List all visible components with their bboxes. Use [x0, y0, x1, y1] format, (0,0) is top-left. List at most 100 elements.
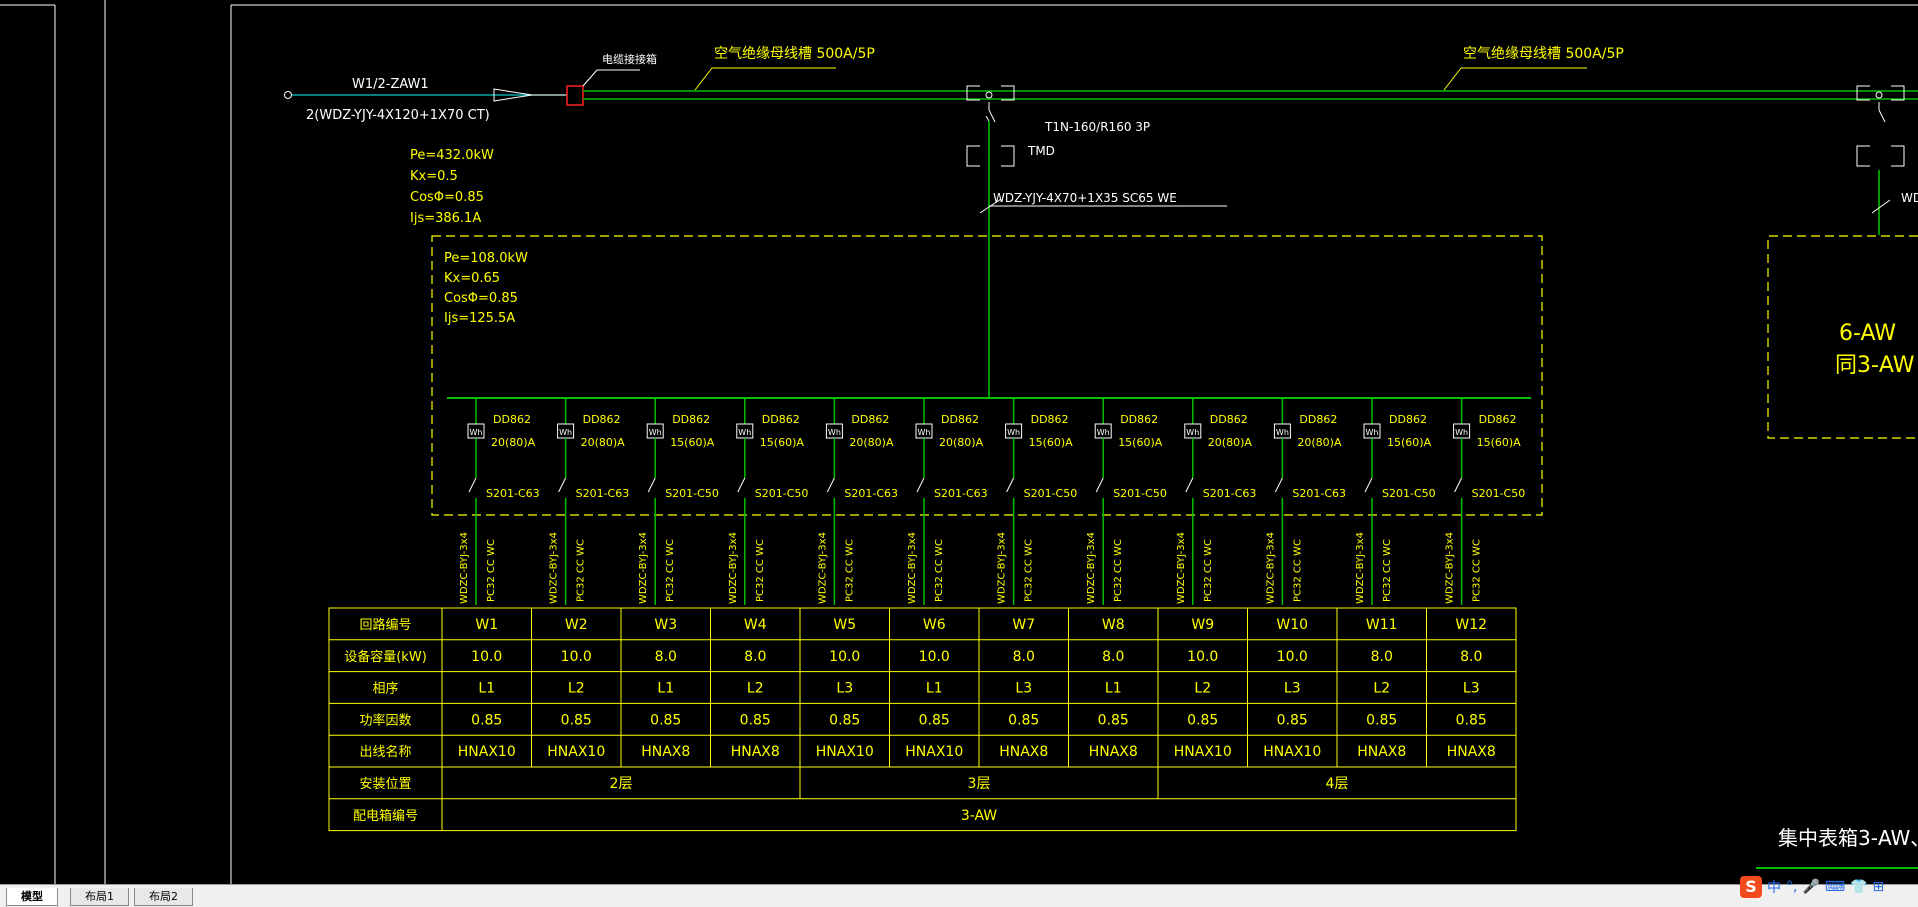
table-cell-circuit_ids: W6: [923, 617, 946, 633]
table-cell-power_factor: 0.85: [919, 712, 950, 728]
table-cell-outgoing: HNAX10: [905, 744, 963, 760]
circuit-7[interactable]: Wh DD862 15(60)A S201-C50 WDZC-BYJ-3x4 PC32 C…: [997, 398, 1078, 605]
table-cell-capacity: 8.0: [1460, 649, 1482, 665]
cable-spec: WDZC-BYJ-3x4: [459, 532, 470, 604]
table-cell-circuit_ids: W9: [1191, 617, 1214, 633]
table-cell-capacity: 10.0: [1277, 649, 1308, 665]
table-cell-outgoing: HNAX10: [1174, 744, 1232, 760]
breaker-model: S201-C50: [665, 487, 719, 500]
outgoing-circuits: Wh DD862 20(80)A S201-C63 WDZC-BYJ-3x4 PC32 C…: [459, 398, 1525, 605]
meter-rating: 20(80)A: [849, 436, 894, 449]
table-cell-circuit_ids: W1: [475, 617, 498, 633]
kwh-meter-symbol: Wh: [1007, 428, 1020, 437]
feeder-ijs: Ijs=386.1A: [410, 211, 481, 226]
cable-spec: WDZC-BYJ-3x4: [997, 532, 1008, 604]
table-cell-phase: L3: [1015, 681, 1032, 697]
ime-chinese-toggle[interactable]: 中: [1767, 877, 1781, 897]
conduit-spec: PC32 CC WC: [576, 539, 587, 602]
table-cell-phase: L2: [1373, 681, 1390, 697]
table-cell-phase: L2: [568, 681, 585, 697]
circuit-5[interactable]: Wh DD862 20(80)A S201-C63 WDZC-BYJ-3x4 PC32 C…: [817, 398, 898, 605]
table-row-header: 功率因数: [359, 712, 411, 728]
table-cell-circuit_ids: W4: [744, 617, 767, 633]
table-cell-phase: L2: [747, 681, 764, 697]
table-cell-outgoing: HNAX8: [641, 744, 690, 760]
table-cell-power_factor: 0.85: [650, 712, 681, 728]
tap-off-breaker[interactable]: [966, 85, 1015, 167]
meter-rating: 15(60)A: [1477, 436, 1522, 449]
table-cell-outgoing: HNAX8: [731, 744, 780, 760]
table-cell-location: 2层: [610, 776, 633, 792]
ime-skin-icon[interactable]: 👕: [1850, 879, 1867, 895]
tap-tmd-label: TMD: [1027, 144, 1055, 158]
kwh-meter-symbol: Wh: [1455, 428, 1468, 437]
ime-microphone-icon[interactable]: 🎤: [1802, 879, 1819, 895]
table-cell-power_factor: 0.85: [740, 712, 771, 728]
tab-model[interactable]: 模型: [6, 888, 58, 906]
ime-toolbar[interactable]: S 中 °, 🎤 ⌨ 👕 ⊞: [1740, 872, 1918, 902]
kwh-meter-symbol: Wh: [1186, 428, 1199, 437]
ime-punctuation-icon[interactable]: °,: [1786, 879, 1797, 895]
distribution-box-outline: [431, 235, 1543, 516]
feeder-pe: Pe=432.0kW: [410, 148, 494, 163]
table-row-header: 相序: [372, 682, 398, 697]
kwh-meter-symbol: Wh: [828, 428, 841, 437]
breaker-model: S201-C63: [934, 487, 988, 500]
ime-logo-icon[interactable]: S: [1740, 876, 1762, 898]
meter-rating: 15(60)A: [670, 436, 715, 449]
table-cell-circuit_ids: W11: [1366, 617, 1398, 633]
table-row-header: 配电箱编号: [353, 808, 418, 824]
circuit-2[interactable]: Wh DD862 20(80)A S201-C63 WDZC-BYJ-3x4 PC32 C…: [549, 398, 630, 605]
table-cell-power_factor: 0.85: [471, 712, 502, 728]
circuit-6[interactable]: Wh DD862 20(80)A S201-C63 WDZC-BYJ-3x4 PC32 C…: [907, 398, 988, 605]
breaker-model: S201-C50: [1472, 487, 1526, 500]
bottom-right-title: 集中表箱3-AW、: [1778, 826, 1918, 850]
box-kx: Kx=0.65: [444, 271, 500, 286]
meter-rating: 15(60)A: [1029, 436, 1074, 449]
tab-layout1[interactable]: 布局1: [70, 888, 129, 906]
kwh-meter-symbol: Wh: [738, 428, 751, 437]
table-cell-power_factor: 0.85: [561, 712, 592, 728]
circuit-9[interactable]: Wh DD862 20(80)A S201-C63 WDZC-BYJ-3x4 PC32 C…: [1176, 398, 1257, 605]
circuit-3[interactable]: Wh DD862 15(60)A S201-C50 WDZC-BYJ-3x4 PC32 C…: [638, 398, 719, 605]
feeder-cable: 2(WDZ-YJY-4X120+1X70 CT): [306, 108, 490, 123]
breaker-model: S201-C63: [576, 487, 630, 500]
table-cell-location: 3层: [968, 776, 991, 792]
table-cell-capacity: 10.0: [829, 649, 860, 665]
cad-drawing-canvas[interactable]: W1/2-ZAW1 2(WDZ-YJY-4X120+1X70 CT) 电缆接接箱…: [0, 0, 1918, 884]
circuit-11[interactable]: Wh DD862 15(60)A S201-C50 WDZC-BYJ-3x4 PC32 C…: [1355, 398, 1436, 605]
cable-spec: WDZC-BYJ-3x4: [1176, 532, 1187, 604]
table-cell-outgoing: HNAX10: [816, 744, 874, 760]
ime-grid-icon[interactable]: ⊞: [1873, 879, 1885, 895]
table-cell-outgoing: HNAX10: [547, 744, 605, 760]
circuit-12[interactable]: Wh DD862 15(60)A S201-C50 WDZC-BYJ-3x4 PC32 C…: [1445, 398, 1526, 605]
circuit-8[interactable]: Wh DD862 15(60)A S201-C50 WDZC-BYJ-3x4 PC32 C…: [1086, 398, 1167, 605]
right-tap-off-breaker[interactable]: [1856, 85, 1905, 167]
kwh-meter-symbol: Wh: [559, 428, 572, 437]
meter-rating: 20(80)A: [581, 436, 626, 449]
meter-model: DD862: [493, 413, 531, 426]
breaker-model: S201-C63: [1292, 487, 1346, 500]
conduit-spec: PC32 CC WC: [755, 539, 766, 602]
circuit-1[interactable]: Wh DD862 20(80)A S201-C63 WDZC-BYJ-3x4 PC32 C…: [459, 398, 540, 605]
table-row-header: 出线名称: [359, 744, 411, 760]
circuit-10[interactable]: Wh DD862 20(80)A S201-C63 WDZC-BYJ-3x4 PC32 C…: [1265, 398, 1346, 605]
table-row-header: 回路编号: [359, 617, 411, 633]
meter-model: DD862: [672, 413, 710, 426]
table-cell-phase: L3: [1463, 681, 1480, 697]
table-cell-circuit_ids: W12: [1455, 617, 1487, 633]
cable-spec: WDZC-BYJ-3x4: [1445, 532, 1456, 604]
breaker-model: S201-C63: [844, 487, 898, 500]
ime-keyboard-icon[interactable]: ⌨: [1825, 879, 1845, 895]
table-cell-circuit_ids: W7: [1012, 617, 1035, 633]
grounding-box: [566, 85, 584, 106]
circuit-4[interactable]: Wh DD862 15(60)A S201-C50 WDZC-BYJ-3x4 PC32 C…: [728, 398, 809, 605]
table-cell-power_factor: 0.85: [829, 712, 860, 728]
tab-layout2[interactable]: 布局2: [134, 888, 193, 906]
conduit-spec: PC32 CC WC: [1113, 539, 1124, 602]
cable-spec: WDZC-BYJ-3x4: [907, 532, 918, 604]
conduit-spec: PC32 CC WC: [1292, 539, 1303, 602]
conduit-spec: PC32 CC WC: [486, 539, 497, 602]
kwh-meter-symbol: Wh: [1366, 428, 1379, 437]
conduit-spec: PC32 CC WC: [1382, 539, 1393, 602]
